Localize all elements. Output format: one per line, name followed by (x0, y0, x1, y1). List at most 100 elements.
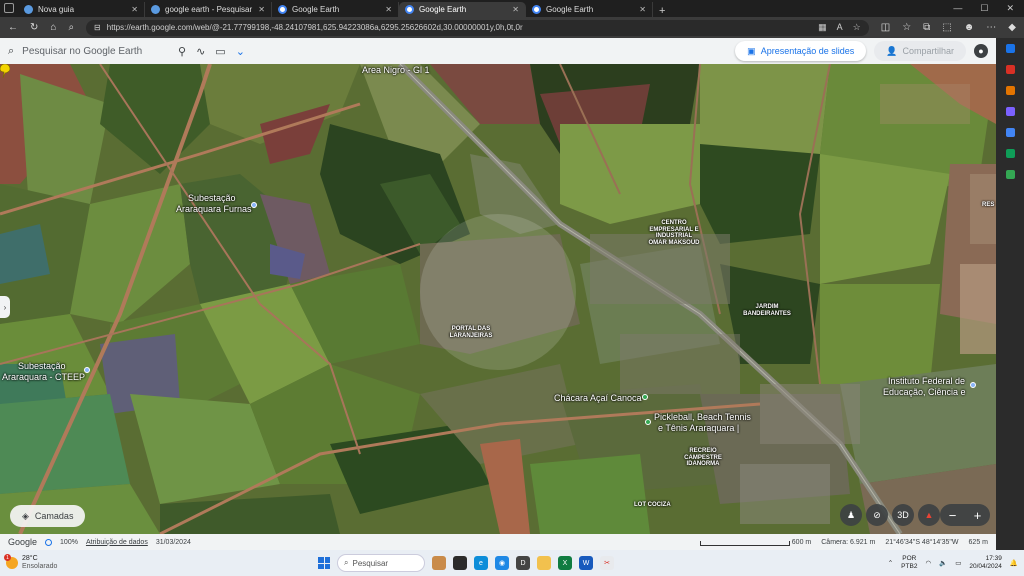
label-pickleball-2[interactable]: e Tênis Araraquara | (658, 423, 739, 434)
label-instituto-federal-2[interactable]: Educação, Ciência e (883, 387, 966, 398)
tools-icon[interactable] (1005, 86, 1015, 95)
label-lot-cociza[interactable]: LOT COCIZA (634, 502, 671, 509)
expand-panel-button[interactable]: › (0, 296, 10, 318)
label-subestacao-cteep-1[interactable]: Subestação (18, 361, 66, 372)
place-pin-icon[interactable] (970, 382, 976, 388)
label-subestacao-furnas-2[interactable]: Araraquara Furnas (176, 204, 252, 215)
label-chacara-acai[interactable]: Chácara Açaí Canoca (554, 393, 642, 404)
edge-browser-icon[interactable]: e (474, 556, 488, 570)
zoom-in-button[interactable]: + (974, 508, 982, 523)
close-tab-icon[interactable]: ✕ (512, 5, 519, 14)
tab-google-earth-3[interactable]: Google Earth ✕ (526, 2, 653, 17)
label-recreio-campestre[interactable]: RECREIO CAMPESTRE IDANORMA (680, 448, 726, 468)
site-info-icon[interactable]: ⊟ (94, 23, 101, 32)
data-attribution-link[interactable]: Atribuição de dados (86, 539, 148, 546)
outlook-icon[interactable] (1005, 149, 1015, 158)
collections-icon[interactable]: ⧉ (923, 22, 930, 33)
label-area-nigro[interactable]: Area Nigro - Gl 1 (362, 65, 430, 76)
shopping-icon[interactable] (1005, 65, 1015, 74)
close-tab-icon[interactable]: ✕ (131, 5, 138, 14)
account-avatar[interactable]: ● (974, 44, 988, 58)
grid-icon[interactable]: ▦ (818, 22, 827, 33)
windows-start-icon[interactable] (318, 557, 330, 569)
label-res[interactable]: RES (982, 202, 994, 209)
language-indicator[interactable]: POR PTB2 (901, 555, 917, 571)
close-tab-icon[interactable]: ✕ (385, 5, 392, 14)
clock[interactable]: 17:39 20/04/2024 (969, 555, 1002, 571)
close-tab-icon[interactable]: ✕ (639, 5, 646, 14)
share-button[interactable]: 👤 Compartilhar (874, 41, 966, 61)
layers-button[interactable]: ◈ Camadas (10, 505, 86, 527)
tray-chevron-icon[interactable]: ⌃ (888, 559, 893, 567)
chevron-down-icon[interactable]: ⌄ (236, 45, 245, 58)
place-pin-icon[interactable] (84, 367, 90, 373)
compass-button[interactable]: ▲ (918, 504, 940, 526)
split-screen-icon[interactable]: ◫ (881, 22, 890, 33)
read-aloud-icon[interactable]: A (837, 22, 843, 33)
path-icon[interactable]: ∿ (196, 45, 205, 58)
workspace-icon[interactable] (4, 3, 14, 13)
label-pickleball-1[interactable]: Pickleball, Beach Tennis (654, 412, 751, 423)
new-tab-button[interactable]: + (653, 5, 671, 17)
my-location-button[interactable]: ⊘ (866, 504, 888, 526)
word-icon[interactable]: W (579, 556, 593, 570)
widget-icon[interactable] (432, 556, 446, 570)
tab-google-earth-1[interactable]: Google Earth ✕ (272, 2, 399, 17)
battery-icon[interactable]: ▭ (955, 559, 961, 567)
dell-icon[interactable]: D (516, 556, 530, 570)
file-explorer-icon[interactable] (537, 556, 551, 570)
notifications-icon[interactable]: 🔔 (1010, 559, 1018, 567)
label-centro-empresarial[interactable]: CENTRO EMPRESARIAL E INDUSTRIAL OMAR MAK… (646, 220, 702, 246)
zoom-out-button[interactable]: − (949, 508, 957, 523)
menu-dots-icon[interactable]: ⋯ (986, 22, 996, 33)
yellow-pushpin-icon[interactable] (0, 64, 10, 78)
chrome-icon[interactable]: ◉ (495, 556, 509, 570)
search-sidebar-icon[interactable] (1005, 44, 1015, 53)
reload-icon[interactable]: ↻ (30, 22, 38, 33)
earth-search-field[interactable]: ⌕ Pesquisar no Google Earth (8, 45, 168, 58)
maximize-icon[interactable]: ☐ (980, 3, 988, 14)
taskbar-search[interactable]: ⌕ Pesquisar (337, 554, 425, 572)
system-tray: ⌃ POR PTB2 ◠ 🔈 ▭ 17:39 20/04/2024 🔔 (888, 555, 1018, 571)
favorites-icon[interactable]: ☆ (902, 22, 911, 33)
volume-icon[interactable]: 🔈 (939, 559, 947, 567)
place-pin-icon[interactable] (642, 394, 648, 400)
close-window-icon[interactable]: ✕ (1006, 3, 1014, 14)
pegman-icon: ♟ (846, 509, 856, 520)
snipping-tool-icon[interactable]: ✂ (600, 556, 614, 570)
scale-label: 600 m (791, 538, 812, 546)
street-view-button[interactable]: ♟ (840, 504, 862, 526)
task-view-icon[interactable] (453, 556, 467, 570)
extensions-icon[interactable]: ⬚ (942, 22, 951, 33)
label-portal-laranjeiras[interactable]: PORTAL DAS LARANJEIRAS (448, 326, 494, 339)
drop-icon[interactable] (1005, 170, 1015, 179)
games-icon[interactable] (1005, 107, 1015, 116)
toggle-3d-button[interactable]: 3D (892, 504, 914, 526)
wifi-icon[interactable]: ◠ (925, 559, 931, 567)
label-subestacao-cteep-2[interactable]: Araraquara - CTEEP (2, 372, 85, 383)
weather-widget[interactable]: 1 28°C Ensolarado (4, 554, 156, 572)
place-marker-icon[interactable]: ⚲ (178, 45, 186, 58)
home-icon[interactable]: ⌂ (50, 22, 56, 33)
label-instituto-federal-1[interactable]: Instituto Federal de (888, 376, 965, 387)
label-jardim-bandeirantes[interactable]: JARDIM BANDEIRANTES (740, 304, 794, 317)
back-icon[interactable]: ← (8, 22, 18, 33)
label-subestacao-furnas-1[interactable]: Subestação (188, 193, 236, 204)
tab-google-earth-active[interactable]: Google Earth ✕ (399, 2, 526, 17)
favorite-star-icon[interactable]: ☆ (853, 22, 861, 33)
tab-google-search[interactable]: google earth - Pesquisar ✕ (145, 2, 272, 17)
satellite-map[interactable]: Area Nigro - Gl 1 Subestação Araraquara … (0, 64, 996, 534)
address-bar[interactable]: ⊟ https://earth.google.com/web/@-21.7779… (86, 19, 869, 36)
slideshow-button[interactable]: ▣ Apresentação de slides (735, 41, 867, 61)
copilot-icon[interactable]: ◆ (1008, 22, 1016, 33)
search-icon[interactable]: ⌕ (68, 22, 74, 33)
close-tab-icon[interactable]: ✕ (258, 5, 265, 14)
excel-icon[interactable]: X (558, 556, 572, 570)
tab-nova-guia[interactable]: Nova guia ✕ (18, 2, 145, 17)
profile-icon[interactable]: ☻ (964, 22, 975, 33)
microsoft365-icon[interactable] (1005, 128, 1015, 137)
measure-icon[interactable]: ▭ (215, 45, 225, 58)
minimize-icon[interactable]: — (953, 3, 962, 14)
place-pin-icon[interactable] (251, 202, 257, 208)
place-pin-icon[interactable] (645, 419, 651, 425)
